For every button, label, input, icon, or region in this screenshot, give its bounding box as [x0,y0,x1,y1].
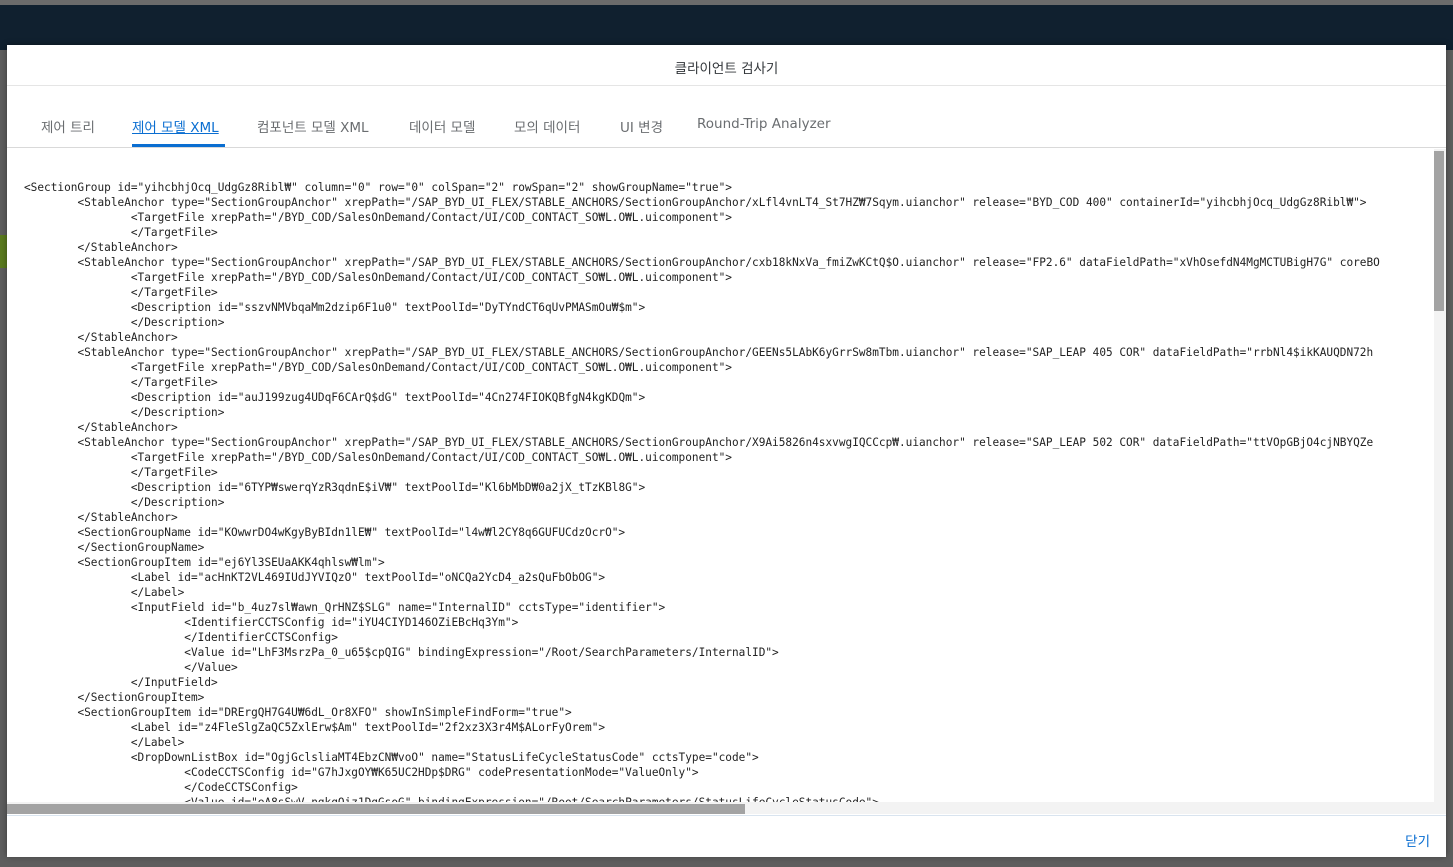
xml-line: </StableAnchor> [24,511,178,524]
xml-line: <StableAnchor type="SectionGroupAnchor" … [24,346,1374,359]
xml-line: <IdentifierCCTSConfig id="iYU4CIYD146OZi… [24,616,519,629]
dialog-footer: 닫기 [7,815,1446,857]
xml-line: <Description id="sszvNMVbqaMm2dzip6F1u0"… [24,301,646,314]
dialog-title: 클라이언트 검사기 [674,61,779,77]
xml-line: </SectionGroupItem> [24,691,205,704]
xml-line: <Label id="acHnKT2VL469IUdJYVIQzO" textP… [24,571,606,584]
xml-line: </TargetFile> [24,226,218,239]
tab-bar: 제어 트리 제어 모델 XML 컴포넌트 모델 XML 데이터 모델 모의 데이… [7,86,1446,148]
horizontal-scrollbar-thumb[interactable] [7,804,745,814]
xml-line: </SectionGroupName> [24,541,205,554]
xml-line: <Value id="LhF3MsrzPa_0_u65$cpQIG" bindi… [24,646,779,659]
tab-control-tree[interactable]: 제어 트리 [41,116,95,136]
shell-top-strip [0,0,1453,5]
xml-line: </IdentifierCCTSConfig> [24,631,338,644]
xml-line: </Description> [24,406,225,419]
xml-line: </StableAnchor> [24,241,178,254]
xml-line: <Description id="6TYP₩swerqYzR3qdnE$iV₩"… [24,481,646,494]
tab-component-model-xml[interactable]: 컴포넌트 모델 XML [257,116,369,136]
xml-line: <TargetFile xrepPath="/BYD_COD/SalesOnDe… [24,361,732,374]
xml-line: </InputField> [24,676,218,689]
tab-ui-changes[interactable]: UI 변경 [620,116,663,136]
tab-data-model[interactable]: 데이터 모델 [409,116,475,136]
xml-line: </StableAnchor> [24,331,178,344]
xml-source-text: <SectionGroup id="yihcbhjOcq_UdgGz8Ribl₩… [24,180,1380,802]
xml-line: </TargetFile> [24,376,218,389]
xml-line: </Value> [24,661,238,674]
tab-control-model-xml[interactable]: 제어 모델 XML [132,116,219,136]
xml-line: <CodeCCTSConfig id="G7hJxgOY₩K65UC2HDp$D… [24,766,699,779]
xml-line: <TargetFile xrepPath="/BYD_COD/SalesOnDe… [24,451,732,464]
xml-line: <DropDownListBox id="OgjGclsliaMT4EbzCN₩… [24,751,759,764]
xml-line: <StableAnchor type="SectionGroupAnchor" … [24,256,1380,269]
xml-line: </Description> [24,496,225,509]
tab-round-trip-analyzer[interactable]: Round-Trip Analyzer [697,116,831,132]
xml-line: <StableAnchor type="SectionGroupAnchor" … [24,196,1367,209]
xml-line: </Label> [24,736,185,749]
xml-line: <SectionGroup id="yihcbhjOcq_UdgGz8Ribl₩… [24,181,732,194]
xml-line: </Description> [24,316,225,329]
xml-line: <TargetFile xrepPath="/BYD_COD/SalesOnDe… [24,271,732,284]
background-accent [0,235,7,268]
shell-bar [0,0,1453,50]
xml-line: <SectionGroupItem id="DRErgQH7G4U₩6dL_Or… [24,706,572,719]
active-tab-indicator [132,144,225,147]
xml-line: </StableAnchor> [24,421,178,434]
xml-line: <Label id="z4FleSlgZaQC5ZxlErw$Am" textP… [24,721,606,734]
xml-line: <TargetFile xrepPath="/BYD_COD/SalesOnDe… [24,211,732,224]
xml-line: <Description id="auJ199zug4UDqF6CArQ$dG"… [24,391,646,404]
xml-content-area: <SectionGroup id="yihcbhjOcq_UdgGz8Ribl₩… [7,149,1434,802]
xml-line: <SectionGroupItem id="ej6Yl3SEUaAKK4qhls… [24,556,385,569]
dialog-header: 클라이언트 검사기 [7,45,1446,86]
xml-line: <InputField id="b_4uz7sl₩awn_QrHNZ$SLG" … [24,601,666,614]
xml-line: </CodeCCTSConfig> [24,781,298,794]
close-button[interactable]: 닫기 [1405,830,1430,850]
client-inspector-dialog: 클라이언트 검사기 제어 트리 제어 모델 XML 컴포넌트 모델 XML 데이… [7,45,1446,857]
vertical-scrollbar-thumb[interactable] [1434,151,1444,311]
xml-line: </TargetFile> [24,286,218,299]
xml-line: <SectionGroupName id="KOwwrDO4wKgyByBIdn… [24,526,626,539]
tab-mock-data[interactable]: 모의 데이터 [514,116,580,136]
xml-line: </TargetFile> [24,466,218,479]
xml-line: <StableAnchor type="SectionGroupAnchor" … [24,436,1374,449]
xml-line: </Label> [24,586,185,599]
